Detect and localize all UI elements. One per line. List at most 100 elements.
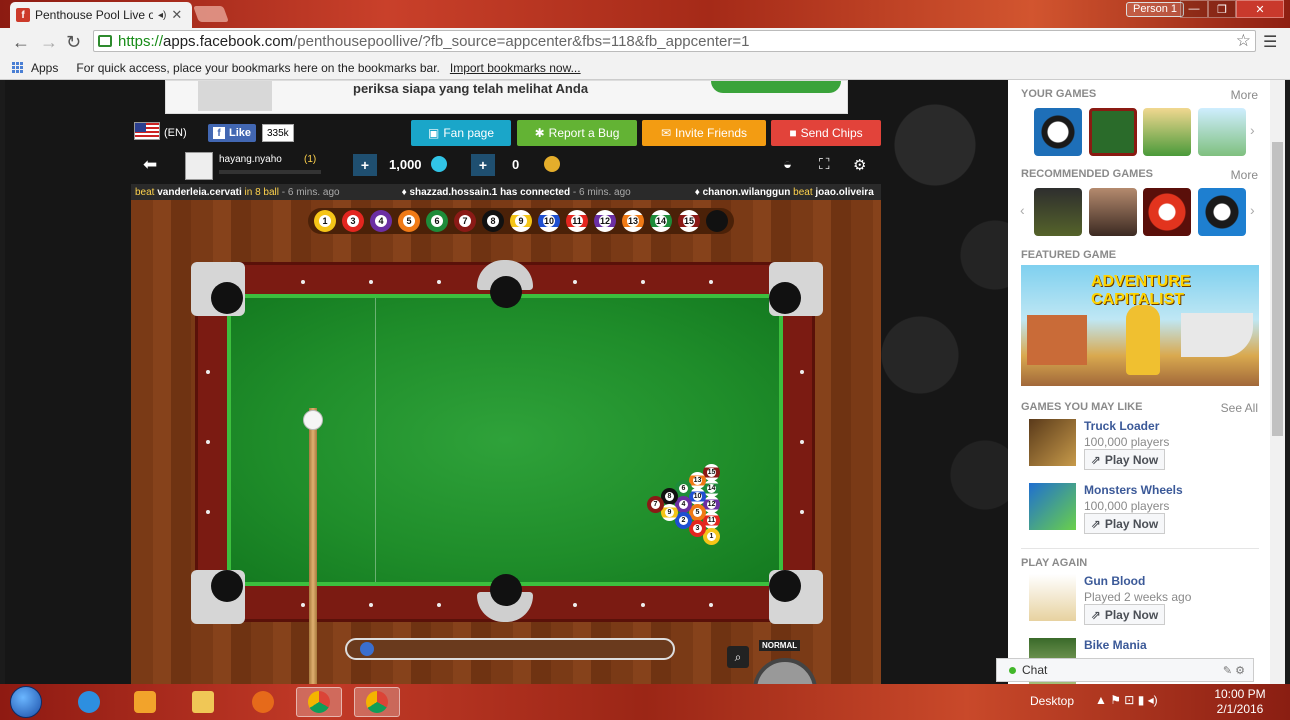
game-title[interactable]: Truck Loader bbox=[1084, 419, 1159, 433]
game-thumb-archery[interactable] bbox=[1198, 108, 1246, 156]
shop-basket-icon[interactable]: ◒ bbox=[783, 156, 792, 173]
chevron-right-icon[interactable]: › bbox=[1250, 122, 1255, 138]
game-thumb-4ball[interactable] bbox=[1143, 188, 1191, 236]
xp-bar bbox=[219, 170, 321, 174]
scrollbar-thumb[interactable] bbox=[1272, 142, 1283, 436]
tray-ball: 13 bbox=[622, 210, 644, 232]
rail-diamond bbox=[369, 280, 373, 284]
apps-grid-icon[interactable] bbox=[12, 62, 23, 73]
rail-diamond bbox=[206, 370, 210, 374]
fan-page-button[interactable]: ▣ Fan page bbox=[411, 120, 511, 146]
play-now-label: Play Now bbox=[1104, 516, 1159, 531]
gun-blood-thumb[interactable] bbox=[1029, 574, 1076, 621]
chevron-left-icon[interactable]: ‹ bbox=[1020, 202, 1025, 218]
game-thumb-8ball[interactable] bbox=[1198, 188, 1246, 236]
close-window-icon[interactable]: ✕ bbox=[1236, 0, 1284, 18]
system-tray-icons[interactable]: ▲ ⚑ ⊡ ▮ ◂) bbox=[1095, 693, 1158, 707]
recommended-more-link[interactable]: More bbox=[1231, 168, 1258, 182]
chrome-taskbar-icon[interactable] bbox=[354, 687, 400, 717]
firefox-icon[interactable] bbox=[240, 687, 286, 717]
send-chips-button[interactable]: ■ Send Chips bbox=[771, 120, 881, 146]
back-icon[interactable]: ← bbox=[12, 32, 30, 53]
fullscreen-icon[interactable]: ⛶ bbox=[819, 156, 830, 173]
back-arrow-icon[interactable]: ⬅ bbox=[143, 155, 157, 175]
sidebar-scrollbar[interactable] bbox=[1270, 80, 1285, 684]
browser-tab[interactable]: f Penthouse Pool Live on ◂) ✕ bbox=[10, 2, 192, 28]
game-thumb-pool-girl[interactable] bbox=[1089, 188, 1137, 236]
taskbar-clock[interactable]: 10:00 PM 2/1/2016 bbox=[1210, 687, 1270, 717]
minimize-icon[interactable]: — bbox=[1180, 0, 1208, 18]
play-now-button[interactable]: ⇗ Play Now bbox=[1084, 604, 1165, 625]
player-avatar[interactable] bbox=[185, 152, 213, 180]
language-label[interactable]: (EN) bbox=[164, 127, 187, 139]
cue-stick[interactable] bbox=[309, 408, 317, 684]
add-coins-button[interactable]: + bbox=[353, 154, 377, 176]
game-title[interactable]: Monsters Wheels bbox=[1084, 483, 1183, 497]
game-thumb-snooker[interactable] bbox=[1089, 108, 1137, 156]
address-bar[interactable]: https:// apps.facebook.com /penthousepoo… bbox=[93, 30, 1256, 52]
report-bug-button[interactable]: ✱ Report a Bug bbox=[517, 120, 637, 146]
gold-coin-icon bbox=[544, 156, 560, 172]
tray-ball-number: 13 bbox=[627, 215, 639, 227]
monsters-wheels-thumb[interactable] bbox=[1029, 483, 1076, 530]
speaker-icon[interactable]: ◂) bbox=[158, 10, 166, 21]
ad-banner[interactable]: periksa siapa yang telah melihat Anda bbox=[165, 80, 848, 114]
your-games-more-link[interactable]: More bbox=[1231, 88, 1258, 102]
game-thumb-penthouse-pool[interactable] bbox=[1034, 188, 1082, 236]
bookmark-star-icon[interactable]: ☆ bbox=[1236, 31, 1251, 51]
desktop-toolbar-label[interactable]: Desktop bbox=[1030, 694, 1074, 708]
window-controls: — ❐ ✕ bbox=[1180, 0, 1284, 18]
close-tab-icon[interactable]: ✕ bbox=[171, 7, 182, 23]
game-title[interactable]: Bike Mania bbox=[1084, 638, 1147, 652]
chat-bar[interactable]: Chat ✎ ⚙ bbox=[996, 658, 1254, 682]
forward-icon[interactable]: → bbox=[40, 32, 58, 53]
play-now-button[interactable]: ⇗ Play Now bbox=[1084, 449, 1165, 470]
maximize-icon[interactable]: ❐ bbox=[1208, 0, 1236, 18]
games-may-like-heading: GAMES YOU MAY LIKE bbox=[1021, 401, 1143, 413]
chrome-menu-icon[interactable]: ☰ bbox=[1263, 32, 1277, 52]
tray-ball: 3 bbox=[342, 210, 364, 232]
zoom-icon[interactable]: ⌕ bbox=[727, 646, 749, 668]
tray-ball-number: 8 bbox=[487, 215, 499, 227]
apps-link[interactable]: Apps bbox=[31, 61, 58, 75]
start-button-icon[interactable] bbox=[10, 686, 42, 718]
head-string-line bbox=[375, 298, 376, 582]
settings-gear-icon[interactable]: ⚙ bbox=[853, 156, 866, 174]
rail-diamond bbox=[800, 440, 804, 444]
tray-ball-number: 3 bbox=[347, 215, 359, 227]
chrome-taskbar-icon[interactable] bbox=[296, 687, 342, 717]
rail-diamond bbox=[437, 280, 441, 284]
ticker-game: in 8 ball bbox=[244, 186, 279, 198]
facebook-like-button[interactable]: f Like bbox=[208, 124, 257, 142]
invite-friends-button[interactable]: ✉ Invite Friends bbox=[642, 120, 766, 146]
profile-button[interactable]: Person 1 bbox=[1126, 2, 1185, 17]
power-meter[interactable] bbox=[345, 638, 675, 660]
import-bookmarks-link[interactable]: Import bookmarks now... bbox=[450, 61, 581, 75]
pool-game-canvas[interactable]: ⬅ hayang.nyaho (1) + 1,000 + 0 ◒ ⛶ ⚙ bea… bbox=[131, 148, 881, 684]
ad-button[interactable] bbox=[711, 81, 841, 93]
game-title[interactable]: Gun Blood bbox=[1084, 574, 1145, 588]
spin-dial[interactable] bbox=[753, 658, 817, 684]
power-knob[interactable] bbox=[360, 642, 374, 656]
game-thumb-8ball-pool[interactable] bbox=[1034, 108, 1082, 156]
internet-explorer-icon[interactable] bbox=[66, 687, 112, 717]
tab-title: Penthouse Pool Live on bbox=[35, 8, 153, 22]
reload-icon[interactable]: ↻ bbox=[66, 32, 81, 53]
media-player-icon[interactable] bbox=[122, 687, 168, 717]
chevron-right-icon[interactable]: › bbox=[1250, 202, 1255, 218]
facebook-favicon-icon: f bbox=[16, 8, 30, 22]
add-cash-button[interactable]: + bbox=[471, 154, 495, 176]
us-flag-icon[interactable] bbox=[134, 122, 160, 140]
new-tab-button[interactable] bbox=[193, 6, 229, 22]
tray-ball: 4 bbox=[370, 210, 392, 232]
rail-diamond bbox=[206, 440, 210, 444]
cue-ball[interactable] bbox=[303, 410, 323, 430]
play-now-button[interactable]: ⇗ Play Now bbox=[1084, 513, 1165, 534]
file-explorer-icon[interactable] bbox=[180, 687, 226, 717]
object-ball: 7 bbox=[647, 496, 664, 513]
truck-loader-thumb[interactable] bbox=[1029, 419, 1076, 466]
see-all-link[interactable]: See All bbox=[1221, 401, 1258, 415]
game-thumb-football[interactable] bbox=[1143, 108, 1191, 156]
featured-game-banner[interactable]: ADVENTURE CAPITALIST bbox=[1021, 265, 1259, 386]
chat-settings-icon[interactable]: ✎ ⚙ bbox=[1223, 664, 1245, 677]
